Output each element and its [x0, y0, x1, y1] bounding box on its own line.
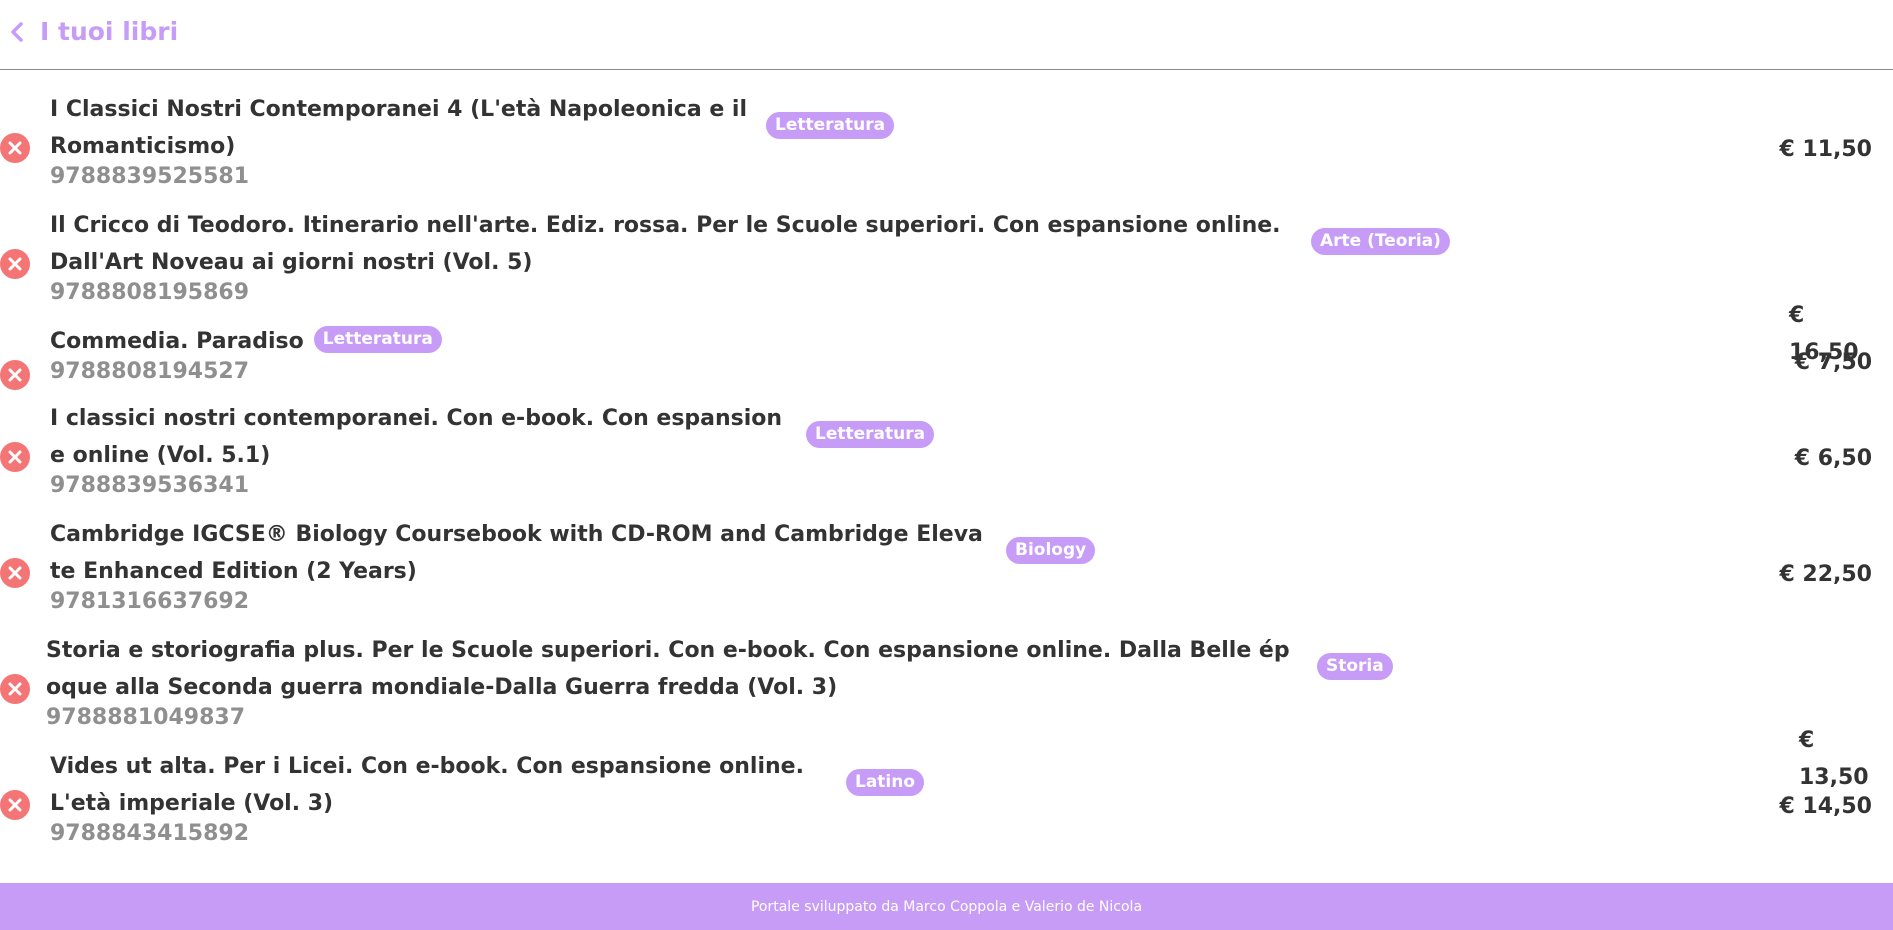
book-title: Commedia. Paradiso — [50, 329, 304, 354]
book-info: I classici nostri contemporanei. Con e-b… — [50, 400, 935, 501]
subject-tag: Latino — [846, 769, 925, 796]
subject-tag: Storia — [1317, 653, 1393, 680]
book-title: I Classici Nostri Contemporanei 4 (L'età… — [50, 97, 747, 159]
close-icon — [8, 798, 22, 812]
remove-book-button[interactable] — [0, 133, 30, 163]
book-row: Il Cricco di Teodoro. Itinerario nell'ar… — [0, 187, 1893, 365]
close-icon — [8, 450, 22, 464]
close-icon — [8, 141, 22, 155]
subject-tag: Arte (Teoria) — [1311, 228, 1450, 255]
subject-tag: Letteratura — [766, 112, 895, 139]
close-icon — [8, 682, 22, 696]
book-row: Vides ut alta. Per i Licei. Con e-book. … — [0, 728, 1893, 846]
book-price: € 14,50 — [1779, 794, 1872, 819]
book-isbn: 9788843415892 — [50, 821, 249, 846]
footer-credits: Portale sviluppato da Marco Coppola e Va… — [750, 898, 1143, 915]
remove-book-button[interactable] — [0, 790, 30, 820]
subject-tag: Biology — [1006, 537, 1096, 564]
remove-book-button[interactable] — [0, 249, 30, 279]
close-icon — [8, 566, 22, 580]
book-info: Storia e storiografia plus. Per le Scuol… — [46, 632, 1393, 733]
page-title: I tuoi libri — [40, 17, 179, 46]
book-list: I Classici Nostri Contemporanei 4 (L'età… — [0, 71, 1893, 883]
book-price: € 7,50 — [1794, 350, 1872, 375]
book-price: € 6,50 — [1794, 446, 1872, 471]
back-button[interactable]: I tuoi libri — [8, 16, 178, 48]
book-info: I Classici Nostri Contemporanei 4 (L'età… — [50, 91, 895, 192]
book-info: Vides ut alta. Per i Licei. Con e-book. … — [50, 748, 925, 849]
remove-book-button[interactable] — [0, 442, 30, 472]
book-title: Cambridge IGCSE® Biology Coursebook with… — [50, 522, 983, 584]
book-info: Cambridge IGCSE® Biology Coursebook with… — [50, 516, 1096, 617]
book-row: Storia e storiografia plus. Per le Scuol… — [0, 612, 1893, 790]
book-title: Il Cricco di Teodoro. Itinerario nell'ar… — [50, 213, 1281, 275]
app-header: I tuoi libri — [0, 0, 1893, 70]
book-row: I classici nostri contemporanei. Con e-b… — [0, 380, 1893, 498]
book-title: Storia e storiografia plus. Per le Scuol… — [46, 638, 1290, 700]
book-title: I classici nostri contemporanei. Con e-b… — [50, 406, 783, 468]
book-row: I Classici Nostri Contemporanei 4 (L'età… — [0, 71, 1893, 189]
chevron-left-icon — [8, 21, 26, 43]
book-info: Commedia. Paradiso 9788808194527 Lettera… — [50, 323, 442, 387]
book-price: € 22,50 — [1779, 562, 1872, 587]
footer: Portale sviluppato da Marco Coppola e Va… — [0, 883, 1893, 930]
book-info: Il Cricco di Teodoro. Itinerario nell'ar… — [50, 207, 1450, 308]
book-price: € 11,50 — [1779, 137, 1872, 162]
book-row: Cambridge IGCSE® Biology Coursebook with… — [0, 496, 1893, 614]
remove-book-button[interactable] — [0, 674, 30, 704]
subject-tag: Letteratura — [313, 325, 442, 353]
subject-tag: Letteratura — [806, 421, 935, 448]
close-icon — [8, 257, 22, 271]
book-title: Vides ut alta. Per i Licei. Con e-book. … — [50, 754, 804, 816]
remove-book-button[interactable] — [0, 558, 30, 588]
